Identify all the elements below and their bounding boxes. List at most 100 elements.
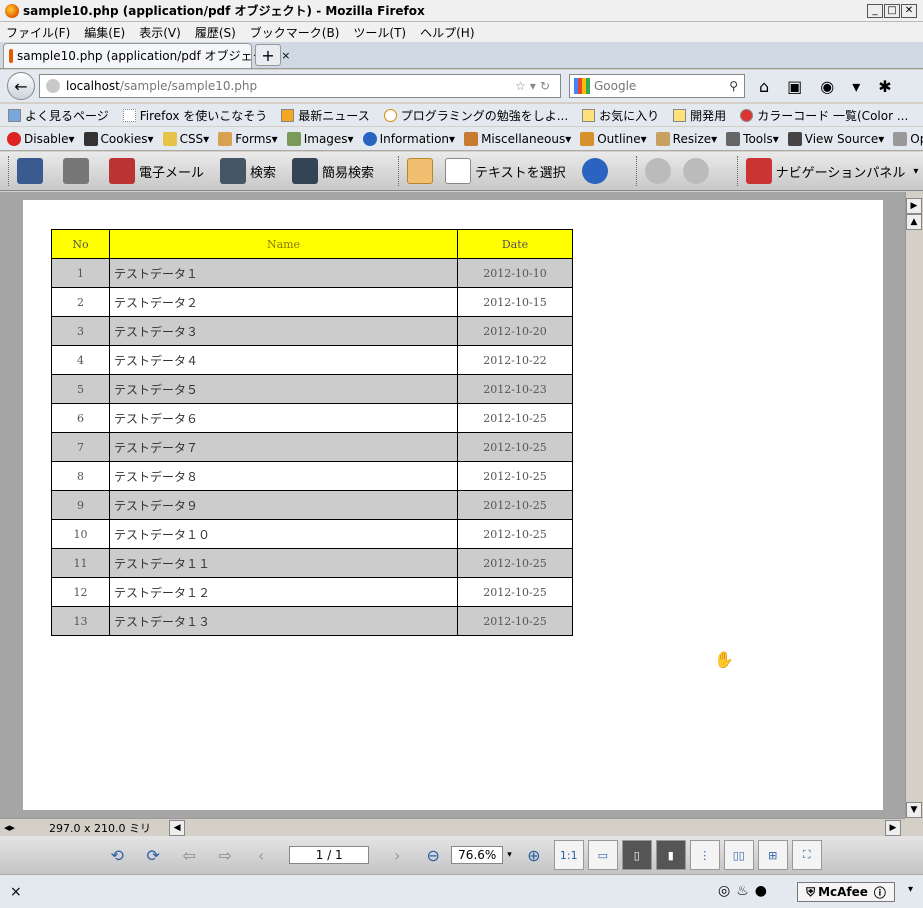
undo-button[interactable] — [644, 158, 675, 184]
addon-icon[interactable]: ✱ — [878, 77, 891, 96]
cell-no: 4 — [51, 345, 110, 375]
nav-panel-button[interactable]: ナビゲーションパネル ▾ — [745, 158, 918, 184]
search-input[interactable]: Google ⚲ — [569, 74, 745, 98]
bookmark-color-codes[interactable]: カラーコード 一覧(Color ... — [740, 107, 908, 124]
wd-tools[interactable]: Tools▾ — [726, 131, 779, 146]
dropdown-icon[interactable]: ▾ — [530, 79, 540, 93]
undo-icon — [644, 158, 671, 184]
scroll-up-arrow-icon[interactable]: ▲ — [906, 214, 922, 230]
search-placeholder: Google — [594, 79, 637, 93]
bookmark-folder-favorites[interactable]: お気に入り — [582, 107, 659, 124]
reload-icon[interactable]: ↻ — [540, 79, 554, 93]
url-bar[interactable]: localhost /sample/sample10.php ☆▾↻ — [39, 74, 561, 98]
help-icon[interactable]: ⓘ — [874, 884, 886, 901]
vertical-scrollbar[interactable]: ▶ ▲ ▼ — [905, 192, 923, 818]
wd-disable[interactable]: Disable▾ — [7, 131, 75, 146]
pdf-bottom-toolbar: ⟲ ⟳ ⇦ ⇨ ‹ 1 / 1 › ⊖ 76.6% ▾ ⊕ 1:1 ▭ ▯ ▮ … — [0, 836, 923, 874]
fullscreen-button[interactable]: ⛶ — [791, 840, 822, 870]
cell-date: 2012-10-25 — [457, 577, 573, 607]
email-button[interactable]: 電子メール — [109, 158, 204, 184]
menu-dropdown-icon[interactable]: ▾ — [852, 77, 860, 96]
cell-date: 2012-10-25 — [457, 548, 573, 578]
bookmark-most-visited[interactable]: よく見るページ — [8, 107, 109, 124]
screen-icon[interactable]: ▣ — [787, 77, 802, 96]
minimize-button[interactable]: _ — [867, 4, 883, 18]
maximize-button[interactable]: □ — [884, 4, 900, 18]
actual-size-button[interactable]: 1:1 — [553, 840, 584, 870]
select-text-button[interactable]: テキストを選択 — [445, 158, 566, 184]
mcafee-badge[interactable]: ⛨ McAfee ⓘ — [797, 882, 895, 902]
wd-view-source[interactable]: View Source▾ — [787, 131, 884, 146]
wd-cookies[interactable]: Cookies▾ — [83, 131, 154, 146]
wd-forms[interactable]: Forms▾ — [218, 131, 278, 146]
print-button[interactable] — [63, 158, 93, 184]
menu-file[interactable]: ファイル(F) — [6, 24, 70, 41]
wd-information[interactable]: Information▾ — [362, 131, 455, 146]
rotate-cw-icon[interactable]: ⟳ — [141, 843, 165, 867]
prev-page-icon[interactable]: ‹ — [249, 843, 273, 867]
wd-images[interactable]: Images▾ — [286, 131, 354, 146]
bookmark-folder-dev[interactable]: 開発用 — [673, 107, 726, 124]
scroll-down-arrow-icon[interactable]: ▼ — [906, 802, 922, 818]
close-findbar-icon[interactable]: × — [10, 884, 22, 900]
set-button[interactable] — [581, 158, 612, 184]
scroll-right-arrow-icon[interactable]: ▶ — [906, 198, 922, 214]
home-icon[interactable]: ⌂ — [759, 77, 769, 96]
horizontal-scrollbar[interactable]: ◂▸ 297.0 x 210.0 ミリ ◀ ▶ — [0, 818, 905, 836]
continuous-button[interactable]: ⋮ — [689, 840, 720, 870]
easy-search-icon — [292, 158, 319, 184]
tools-icon — [726, 131, 741, 146]
fit-width-button[interactable]: ▭ — [587, 840, 618, 870]
single-page-button[interactable]: ▮ — [655, 840, 686, 870]
zoom-dropdown-icon[interactable]: ▾ — [507, 850, 512, 860]
two-page-button[interactable]: ▯▯ — [723, 840, 754, 870]
fit-page-button[interactable]: ▯ — [621, 840, 652, 870]
window-title: sample10.php (application/pdf オブジェクト) - … — [23, 4, 425, 18]
star-icon[interactable]: ☆ — [515, 79, 530, 93]
scroll-left-arrow-icon[interactable]: ◀ — [169, 819, 186, 836]
pdf-document-area[interactable]: No Name Date 1 テストデータ１ 2012-10-10 2 テストデータ２ 2… — [0, 192, 905, 818]
camera-icon[interactable]: ◉ — [820, 77, 834, 96]
menu-view[interactable]: 表示(V) — [139, 24, 181, 41]
folder-icon — [582, 108, 596, 122]
close-window-button[interactable]: ✕ — [901, 4, 917, 18]
easy-search-button[interactable]: 簡易検索 — [292, 158, 374, 184]
wd-options[interactable]: Options▾ — [893, 131, 923, 146]
wd-css[interactable]: CSS▾ — [162, 131, 209, 146]
zoom-out-icon[interactable]: ⊖ — [421, 843, 445, 867]
back-button[interactable]: ← — [7, 72, 35, 100]
wd-miscellaneous[interactable]: Miscellaneous▾ — [464, 131, 571, 146]
prev-view-icon[interactable]: ⇦ — [177, 843, 201, 867]
menu-edit[interactable]: 編集(E) — [84, 24, 125, 41]
wd-label: Tools▾ — [743, 131, 779, 146]
page-number-input[interactable]: 1 / 1 — [289, 846, 370, 864]
site-identity-icon[interactable] — [46, 79, 60, 93]
zoom-input[interactable]: 76.6% — [451, 846, 504, 864]
bookmark-news[interactable]: 最新ニュース — [281, 107, 370, 124]
magnifier-icon[interactable]: ⚲ — [729, 79, 738, 93]
bookmark-firefox-tips[interactable]: Firefox を使いこなそう — [122, 107, 267, 124]
scroll-right-button-icon[interactable]: ▶ — [885, 819, 901, 836]
menu-bookmarks[interactable]: ブックマーク(B) — [250, 24, 340, 41]
menu-help[interactable]: ヘルプ(H) — [420, 24, 474, 41]
tab-close-button[interactable]: × — [281, 49, 290, 62]
wd-outline[interactable]: Outline▾ — [580, 131, 647, 146]
menu-tools[interactable]: ツール(T) — [353, 24, 406, 41]
next-page-icon[interactable]: › — [385, 843, 409, 867]
tab-sample10[interactable]: sample10.php (application/pdf オブジェクト) × — [3, 42, 290, 68]
hand-tool-button[interactable] — [407, 158, 437, 184]
save-button[interactable] — [17, 158, 47, 184]
next-view-icon[interactable]: ⇨ — [213, 843, 237, 867]
rotate-ccw-icon[interactable]: ⟲ — [105, 843, 129, 867]
new-tab-button[interactable]: + — [255, 44, 281, 66]
grid-view-button[interactable]: ⊞ — [757, 840, 788, 870]
split-icon[interactable]: ◂▸ — [4, 821, 15, 834]
chevron-down-icon[interactable]: ▾ — [908, 884, 913, 895]
bookmark-programming[interactable]: プログラミングの勉強をしよ... — [383, 107, 568, 124]
search-button[interactable]: 検索 — [220, 158, 276, 184]
redo-button[interactable] — [682, 158, 713, 184]
menu-history[interactable]: 履歴(S) — [195, 24, 236, 41]
status-addon-icons[interactable]: ◎♨● — [718, 883, 773, 899]
zoom-in-icon[interactable]: ⊕ — [522, 843, 546, 867]
wd-resize[interactable]: Resize▾ — [655, 131, 717, 146]
